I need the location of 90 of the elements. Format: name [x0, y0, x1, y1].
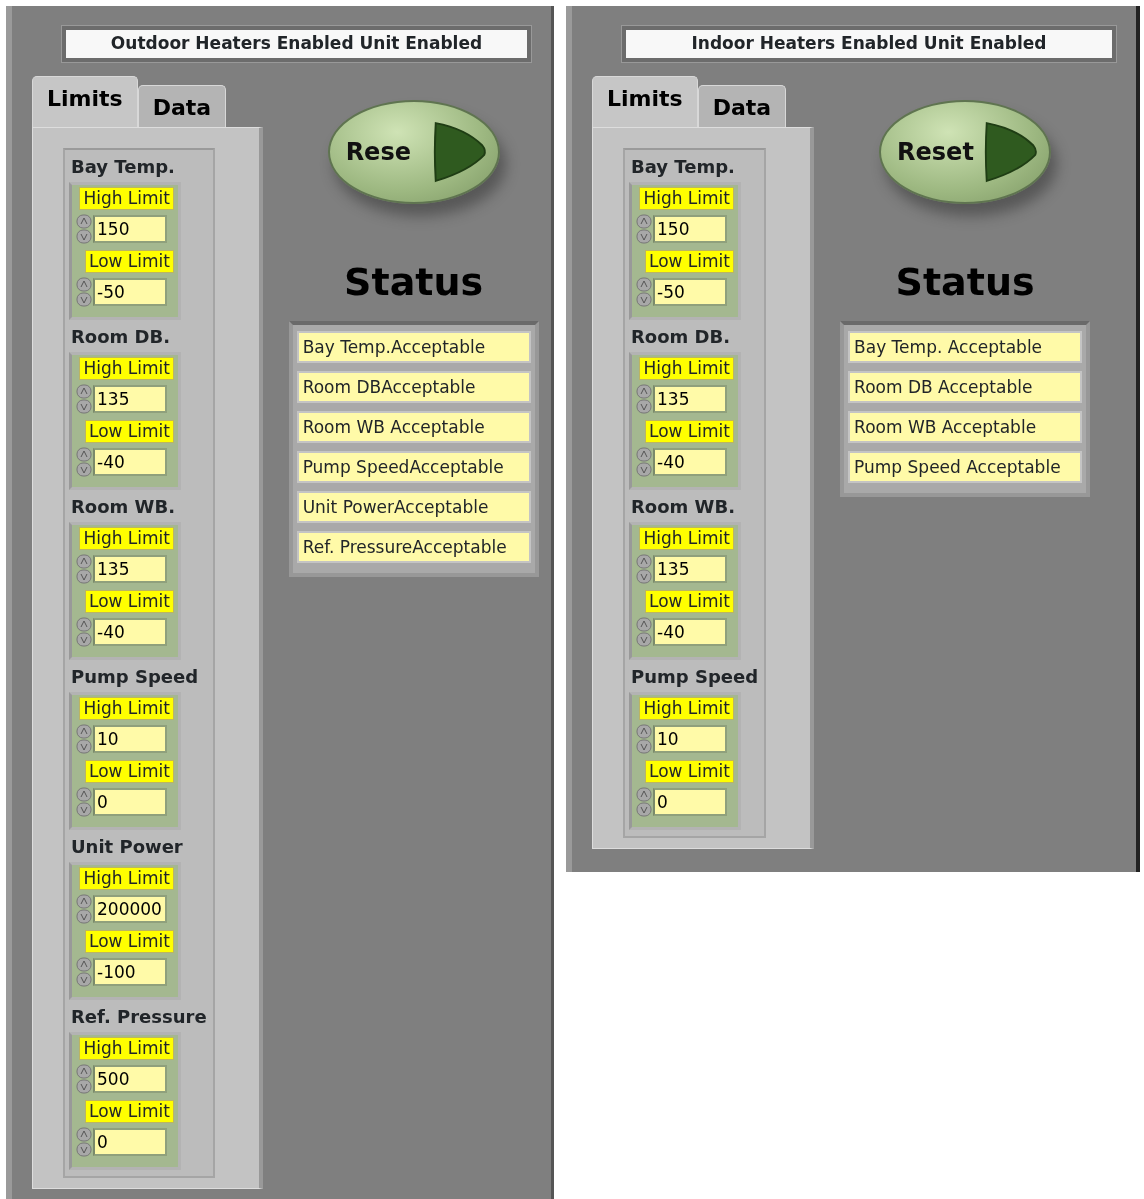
tab[interactable]: Data — [137, 84, 227, 127]
tab[interactable]: Data — [697, 84, 787, 127]
spin-buttons[interactable] — [636, 446, 652, 477]
section-label: Ref. Pressure — [71, 1005, 207, 1028]
spin-buttons[interactable] — [76, 723, 92, 754]
spin-buttons[interactable] — [636, 383, 652, 414]
status-heading: Status — [344, 258, 484, 306]
numeric-field[interactable]: 10 — [93, 724, 167, 753]
spin-buttons[interactable] — [76, 383, 92, 414]
limit-label: High Limit — [79, 186, 174, 210]
spin-buttons[interactable] — [636, 213, 652, 244]
section-label: Bay Temp. — [71, 155, 176, 178]
tab[interactable]: Limits — [32, 75, 138, 127]
numeric-field[interactable]: 0 — [653, 787, 727, 816]
numeric-field[interactable]: 150 — [653, 214, 727, 243]
numeric-field[interactable]: 135 — [93, 384, 167, 413]
limit-label: Low Limit — [84, 249, 174, 273]
limit-label: Low Limit — [644, 759, 734, 783]
status-item: Room WB Acceptable — [296, 410, 531, 443]
status-item: Bay Temp.Acceptable — [296, 330, 531, 363]
section-label: Bay Temp. — [631, 155, 736, 178]
limit-label: High Limit — [639, 526, 734, 550]
spin-buttons[interactable] — [76, 1063, 92, 1094]
spin-buttons[interactable] — [76, 893, 92, 924]
limit-label: High Limit — [79, 696, 174, 720]
spin-buttons[interactable] — [76, 446, 92, 477]
numeric-field[interactable]: 0 — [93, 787, 167, 816]
numeric-field[interactable]: -50 — [653, 277, 727, 306]
spin-buttons[interactable] — [76, 276, 92, 307]
numeric-field[interactable]: 135 — [653, 554, 727, 583]
section-label: Room DB. — [71, 325, 172, 348]
limit-label: High Limit — [79, 866, 174, 890]
numeric-field[interactable]: 150 — [93, 214, 167, 243]
status-item: Pump Speed Acceptable — [848, 450, 1083, 483]
spin-buttons[interactable] — [76, 1126, 92, 1157]
numeric-field[interactable]: -50 — [93, 277, 167, 306]
limit-label: Low Limit — [644, 419, 734, 443]
spin-buttons[interactable] — [636, 276, 652, 307]
reset-button[interactable]: Rese — [327, 99, 500, 204]
spin-buttons[interactable] — [636, 553, 652, 584]
spin-buttons[interactable] — [76, 213, 92, 244]
reset-button[interactable]: Reset — [879, 99, 1052, 204]
numeric-field[interactable]: 135 — [93, 554, 167, 583]
section-label: Pump Speed — [71, 665, 200, 688]
numeric-field[interactable]: -40 — [653, 617, 727, 646]
limit-label: High Limit — [79, 1036, 174, 1060]
numeric-field[interactable]: -100 — [93, 957, 167, 986]
numeric-field[interactable]: -40 — [93, 447, 167, 476]
spin-buttons[interactable] — [636, 723, 652, 754]
limit-label: High Limit — [639, 356, 734, 380]
spin-buttons[interactable] — [636, 616, 652, 647]
status-heading: Status — [895, 258, 1035, 306]
section-label: Unit Power — [71, 835, 184, 858]
numeric-field[interactable]: -40 — [653, 447, 727, 476]
status-banner: Outdoor Heaters Enabled Unit Enabled — [62, 26, 531, 62]
section-label: Room DB. — [631, 325, 732, 348]
spin-buttons[interactable] — [636, 786, 652, 817]
status-item: Pump SpeedAcceptable — [296, 450, 531, 483]
section-label: Room WB. — [71, 495, 177, 518]
status-item: Unit PowerAcceptable — [296, 490, 531, 523]
limit-label: High Limit — [639, 696, 734, 720]
spin-buttons[interactable] — [76, 956, 92, 987]
limit-label: Low Limit — [84, 589, 174, 613]
numeric-field[interactable]: 0 — [93, 1127, 167, 1156]
limit-label: Low Limit — [84, 419, 174, 443]
section-label: Pump Speed — [631, 665, 759, 688]
spin-buttons[interactable] — [76, 616, 92, 647]
status-banner: Indoor Heaters Enabled Unit Enabled — [622, 26, 1116, 62]
limit-label: Low Limit — [84, 929, 174, 953]
numeric-field[interactable]: 200000 — [93, 894, 167, 923]
numeric-field[interactable]: 135 — [653, 384, 727, 413]
status-item: Room DB Acceptable — [848, 370, 1083, 403]
numeric-field[interactable]: -40 — [93, 617, 167, 646]
limit-label: Low Limit — [84, 759, 174, 783]
numeric-field[interactable]: 10 — [653, 724, 727, 753]
numeric-field[interactable]: 500 — [93, 1064, 167, 1093]
section-label: Room WB. — [631, 495, 737, 518]
limit-label: Low Limit — [644, 589, 734, 613]
limit-label: Low Limit — [644, 249, 734, 273]
status-item: Ref. PressureAcceptable — [296, 530, 531, 563]
limit-label: High Limit — [79, 526, 174, 550]
limit-label: High Limit — [639, 186, 734, 210]
spin-buttons[interactable] — [76, 786, 92, 817]
limit-label: High Limit — [79, 356, 174, 380]
status-item: Bay Temp. Acceptable — [848, 330, 1083, 363]
spin-buttons[interactable] — [76, 553, 92, 584]
status-item: Room DBAcceptable — [296, 370, 531, 403]
tab[interactable]: Limits — [592, 75, 698, 127]
status-item: Room WB Acceptable — [848, 410, 1083, 443]
limit-label: Low Limit — [84, 1099, 174, 1123]
